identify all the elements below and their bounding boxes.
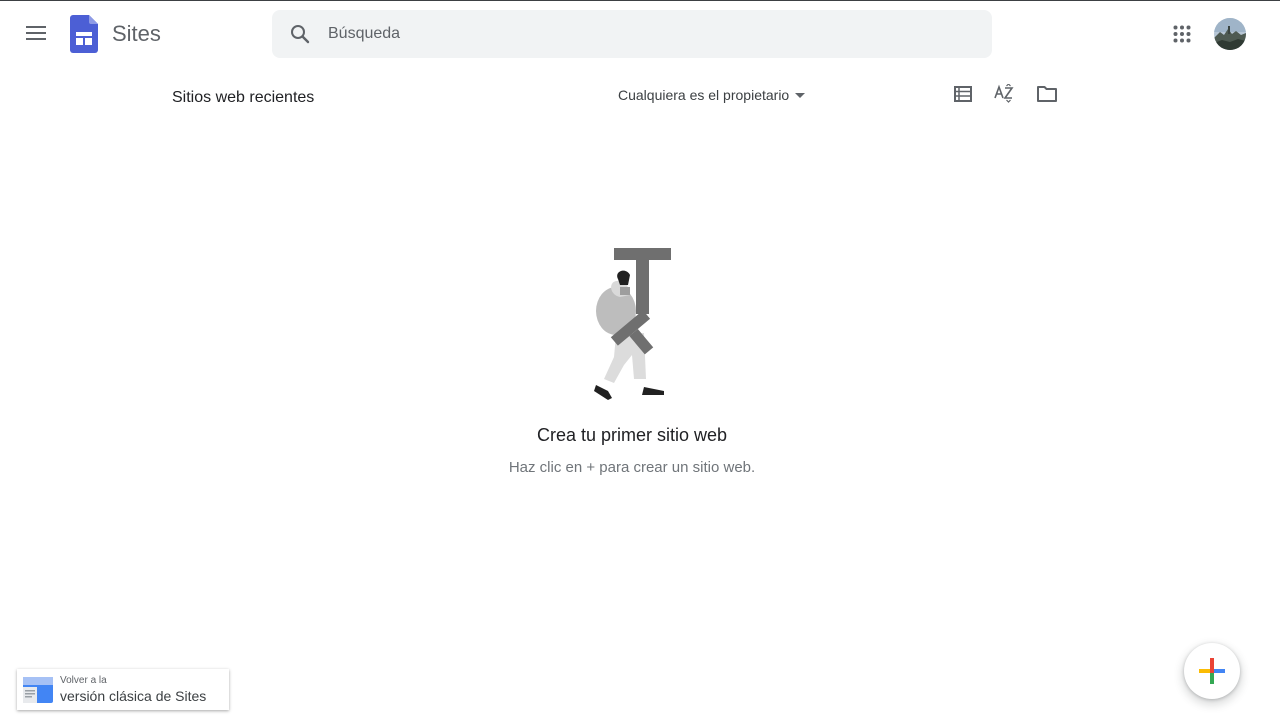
search-box [272,10,992,58]
google-sites-logo[interactable] [70,15,98,53]
main-menu-button[interactable] [12,9,60,57]
owner-filter-label: Cualquiera es el propietario [618,87,790,103]
plus-icon [1199,658,1225,684]
search-icon[interactable] [272,10,328,58]
apps-grid-icon [1173,25,1191,43]
caret-down-icon [795,92,806,98]
empty-state-subtitle: Haz clic en + para crear un sitio web. [508,459,756,476]
create-site-button[interactable] [1184,643,1240,699]
empty-state-title: Crea tu primer sitio web [536,425,728,445]
search-input[interactable] [328,10,992,58]
page-title: Sitios web recientes [172,89,315,106]
owner-filter-dropdown[interactable]: Cualquiera es el propietario [612,81,811,109]
folder-icon [1037,86,1057,102]
google-apps-button[interactable] [1158,10,1206,58]
folder-button[interactable] [1030,77,1064,111]
app-name[interactable]: Sites [112,21,161,47]
menu-icon [26,26,46,40]
list-view-button[interactable] [946,77,980,111]
user-avatar[interactable] [1214,18,1246,50]
list-view-icon [954,86,972,102]
empty-state-illustration [594,248,671,400]
sort-button[interactable] [988,77,1022,111]
classic-sites-link[interactable]: Volver a la versión clásica de Sites [17,669,229,710]
classic-sites-icon [23,676,53,703]
top-bar: Sites [0,1,1280,67]
classic-link-line2: versión clásica de Sites [60,687,207,704]
classic-link-line1: Volver a la [60,674,107,686]
sort-az-icon [994,84,1014,103]
